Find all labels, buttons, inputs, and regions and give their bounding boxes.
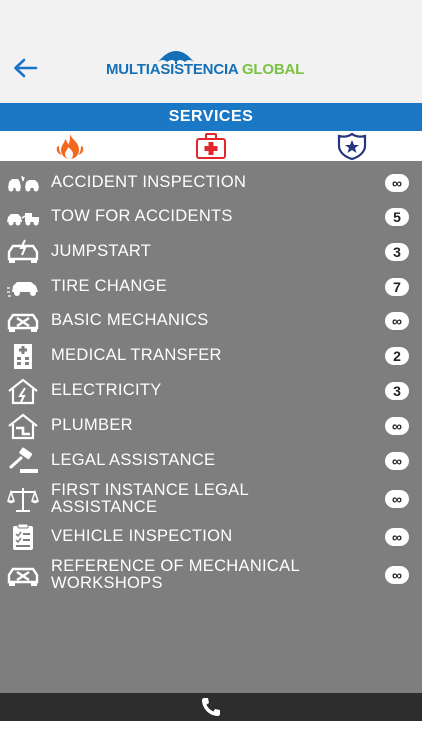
service-label: TOW FOR ACCIDENTS — [51, 207, 233, 225]
list-item-plumber[interactable]: PLUMBER ∞ — [0, 411, 422, 441]
gavel-icon — [9, 447, 38, 473]
list-item-reference-of-mechanical-workshops[interactable]: REFERENCE OF MECHANICAL WORKSHOPS ∞ — [0, 555, 422, 595]
service-label: TIRE CHANGE — [51, 277, 168, 295]
service-count-badge: ∞ — [385, 417, 409, 435]
phone-icon — [202, 698, 220, 716]
list-item-first-instance-legal-assistance[interactable]: FIRST INSTANCE LEGAL ASSISTANCE ∞ — [0, 479, 422, 519]
back-button[interactable] — [10, 54, 40, 82]
arrow-left-icon — [14, 58, 38, 78]
house-electricity-icon — [8, 378, 38, 405]
service-count-badge: 2 — [385, 347, 409, 365]
category-tabs — [0, 131, 422, 161]
service-label: PLUMBER — [51, 416, 133, 434]
car-battery-icon — [7, 239, 39, 263]
service-label: ELECTRICITY — [51, 381, 162, 399]
list-item-accident-inspection[interactable]: ACCIDENT INSPECTION ∞ — [0, 168, 422, 198]
logo-text-part2: GLOBAL — [238, 61, 305, 78]
service-count-badge: ∞ — [385, 490, 409, 508]
list-item-electricity[interactable]: ELECTRICITY 3 — [0, 376, 422, 406]
service-count-badge: ∞ — [385, 566, 409, 584]
list-item-legal-assistance[interactable]: LEGAL ASSISTANCE ∞ — [0, 446, 422, 476]
service-label: MEDICAL TRANSFER — [51, 346, 222, 364]
company-logo: MULTIASISTENCIA GLOBAL — [106, 44, 326, 84]
list-item-jumpstart[interactable]: JUMPSTART 3 — [0, 237, 422, 267]
scales-icon — [6, 488, 40, 512]
hospital-icon — [14, 344, 32, 369]
tab-police[interactable] — [281, 131, 422, 161]
tire-change-icon — [7, 282, 38, 297]
list-item-vehicle-inspection[interactable]: VEHICLE INSPECTION ∞ — [0, 522, 422, 552]
car-crash-icon — [8, 175, 39, 192]
service-count-badge: 7 — [385, 278, 409, 296]
service-label-line2: ASSISTANCE — [51, 498, 158, 516]
service-label: FIRST INSTANCE LEGAL — [51, 481, 249, 499]
list-item-tow-for-accidents[interactable]: TOW FOR ACCIDENTS 5 — [0, 202, 422, 232]
service-count-badge: ∞ — [385, 452, 409, 470]
bottom-spacer — [0, 721, 422, 750]
house-plumbing-icon — [8, 413, 38, 440]
police-badge-icon — [337, 132, 366, 160]
service-count-badge: ∞ — [385, 312, 409, 330]
services-list: ACCIDENT INSPECTION ∞ TOW FOR ACCIDENTS … — [0, 161, 422, 693]
tow-truck-icon — [7, 213, 39, 226]
tab-fire[interactable] — [0, 131, 141, 161]
service-count-badge: ∞ — [385, 174, 409, 192]
list-item-basic-mechanics[interactable]: BASIC MECHANICS ∞ — [0, 306, 422, 336]
car-wrench-icon — [7, 313, 39, 332]
logo-text: MULTIASISTENCIA GLOBAL — [106, 61, 304, 78]
section-title: SERVICES — [0, 103, 422, 131]
list-item-medical-transfer[interactable]: MEDICAL TRANSFER 2 — [0, 341, 422, 371]
service-label: REFERENCE OF MECHANICAL — [51, 557, 300, 575]
call-button[interactable] — [198, 695, 224, 719]
clipboard-check-icon — [13, 523, 33, 550]
service-label: JUMPSTART — [51, 242, 152, 260]
service-count-badge: 3 — [385, 243, 409, 261]
service-count-badge: ∞ — [385, 528, 409, 546]
service-label: BASIC MECHANICS — [51, 311, 209, 329]
logo-text-part1: MULTIASISTENCIA — [106, 61, 238, 78]
car-wrench-icon — [7, 567, 39, 586]
service-label: ACCIDENT INSPECTION — [51, 173, 247, 191]
service-label: VEHICLE INSPECTION — [51, 527, 233, 545]
service-label-line2: WORKSHOPS — [51, 574, 163, 592]
tab-medical[interactable] — [141, 131, 282, 161]
service-count-badge: 3 — [385, 382, 409, 400]
top-bar: MULTIASISTENCIA GLOBAL — [0, 0, 422, 103]
fire-icon — [57, 134, 84, 159]
list-item-tire-change[interactable]: TIRE CHANGE 7 — [0, 272, 422, 302]
medical-kit-icon — [196, 133, 226, 159]
bottom-bar — [0, 693, 422, 721]
service-count-badge: 5 — [385, 208, 409, 226]
service-label: LEGAL ASSISTANCE — [51, 451, 216, 469]
